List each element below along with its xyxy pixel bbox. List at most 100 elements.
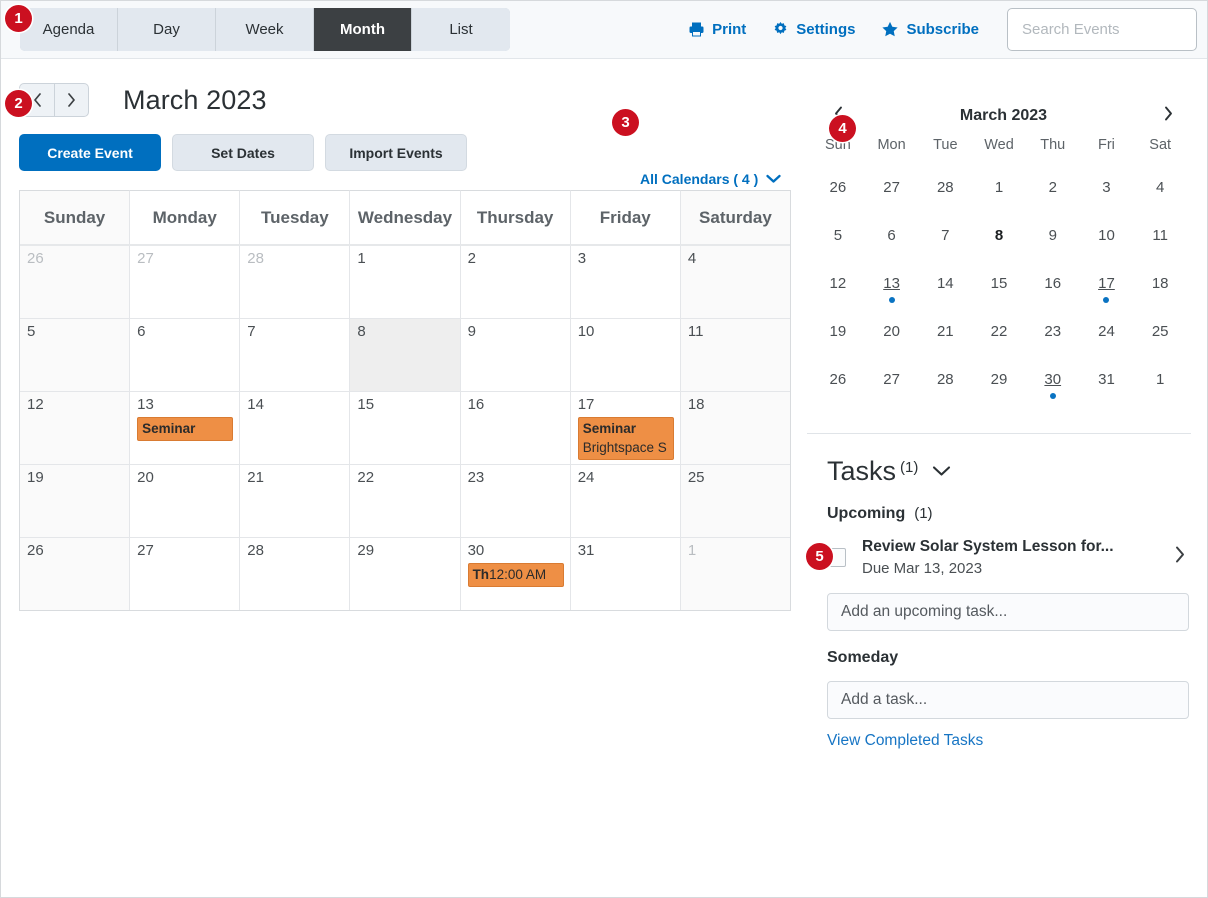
- tab-agenda[interactable]: Agenda: [20, 8, 118, 51]
- day-cell[interactable]: 21: [240, 465, 351, 537]
- settings-button[interactable]: Settings: [772, 21, 855, 38]
- day-cell[interactable]: 10: [570, 319, 681, 391]
- mini-day-cell[interactable]: 26: [811, 361, 865, 409]
- day-cell[interactable]: 17 Seminar Brightspace S: [570, 392, 681, 464]
- mini-day-cell[interactable]: 16: [1026, 265, 1080, 313]
- mini-day-cell[interactable]: 18: [1133, 265, 1187, 313]
- set-dates-button[interactable]: Set Dates: [172, 134, 314, 171]
- print-button[interactable]: Print: [688, 21, 746, 38]
- mini-day-cell[interactable]: 28: [918, 169, 972, 217]
- day-number: 1: [687, 542, 697, 559]
- mini-day-cell[interactable]: 13: [865, 265, 919, 313]
- chevron-down-icon[interactable]: [932, 464, 951, 482]
- chevron-right-icon[interactable]: [1175, 546, 1189, 569]
- mini-day-cell[interactable]: 8: [972, 217, 1026, 265]
- mini-day-cell[interactable]: 2: [1026, 169, 1080, 217]
- search-input[interactable]: [1020, 20, 1207, 39]
- tab-week[interactable]: Week: [216, 8, 314, 51]
- mini-day-cell[interactable]: 27: [865, 361, 919, 409]
- mini-day-cell[interactable]: 25: [1133, 313, 1187, 361]
- day-cell[interactable]: 12: [20, 392, 131, 464]
- subscribe-button[interactable]: Subscribe: [881, 21, 979, 38]
- mini-day-cell[interactable]: 24: [1080, 313, 1134, 361]
- mini-day-cell[interactable]: 29: [972, 361, 1026, 409]
- day-cell[interactable]: 14: [240, 392, 351, 464]
- view-completed-tasks-link[interactable]: View Completed Tasks: [827, 732, 983, 750]
- day-cell[interactable]: 19: [20, 465, 131, 537]
- day-cell[interactable]: 11: [680, 319, 790, 391]
- mini-day-cell[interactable]: 6: [865, 217, 919, 265]
- mini-day-cell[interactable]: 12: [811, 265, 865, 313]
- mini-day-cell[interactable]: 7: [918, 217, 972, 265]
- day-cell[interactable]: 5: [20, 319, 131, 391]
- mini-day-cell[interactable]: 4: [1133, 169, 1187, 217]
- day-cell[interactable]: 25: [680, 465, 790, 537]
- day-cell[interactable]: 20: [130, 465, 241, 537]
- mini-day-cell[interactable]: 1: [972, 169, 1026, 217]
- add-upcoming-task-input[interactable]: [839, 601, 1177, 622]
- day-cell[interactable]: 3: [570, 246, 681, 318]
- mini-day-cell[interactable]: 26: [811, 169, 865, 217]
- tab-day[interactable]: Day: [118, 8, 216, 51]
- day-cell[interactable]: 23: [460, 465, 571, 537]
- search-box[interactable]: [1007, 8, 1207, 51]
- day-cell[interactable]: 9: [460, 319, 571, 391]
- mini-day-cell[interactable]: 14: [918, 265, 972, 313]
- day-cell[interactable]: 28: [240, 538, 351, 610]
- day-cell[interactable]: 8: [350, 319, 461, 391]
- day-cell[interactable]: 7: [240, 319, 351, 391]
- mini-day-cell[interactable]: 22: [972, 313, 1026, 361]
- mini-day-cell[interactable]: 11: [1133, 217, 1187, 265]
- day-cell[interactable]: 31: [570, 538, 681, 610]
- mini-day-number: 13: [883, 275, 900, 292]
- calendar-event[interactable]: Th12:00 AM: [467, 563, 564, 588]
- day-cell[interactable]: 16: [460, 392, 571, 464]
- mini-day-cell[interactable]: 3: [1080, 169, 1134, 217]
- mini-day-cell[interactable]: 10: [1080, 217, 1134, 265]
- mini-day-cell[interactable]: 20: [865, 313, 919, 361]
- add-someday-task-field[interactable]: [827, 680, 1189, 719]
- mini-day-cell[interactable]: 27: [865, 169, 919, 217]
- create-event-button[interactable]: Create Event: [19, 134, 161, 171]
- add-someday-task-input[interactable]: [839, 689, 1177, 710]
- mini-weekday-row: Sun Mon Tue Wed Thu Fri Sat: [811, 129, 1187, 169]
- mini-day-cell[interactable]: 30: [1026, 361, 1080, 409]
- calendar-event[interactable]: Seminar Brightspace S: [577, 417, 674, 461]
- next-month-button[interactable]: [54, 83, 89, 117]
- day-cell[interactable]: 4: [680, 246, 790, 318]
- mini-day-cell[interactable]: 17: [1080, 265, 1134, 313]
- tab-list[interactable]: List: [412, 8, 510, 51]
- add-upcoming-task-field[interactable]: [827, 592, 1189, 631]
- day-cell[interactable]: 15: [350, 392, 461, 464]
- day-cell[interactable]: 1: [680, 538, 790, 610]
- mini-day-cell[interactable]: 31: [1080, 361, 1134, 409]
- day-cell[interactable]: 27: [130, 246, 241, 318]
- import-events-button[interactable]: Import Events: [325, 134, 467, 171]
- task-item[interactable]: Review Solar System Lesson for... Due Mar…: [809, 523, 1189, 579]
- day-cell[interactable]: 24: [570, 465, 681, 537]
- mini-day-cell[interactable]: 5: [811, 217, 865, 265]
- day-cell[interactable]: 30 Th12:00 AM: [460, 538, 571, 610]
- day-cell[interactable]: 26: [20, 538, 131, 610]
- day-cell[interactable]: 6: [130, 319, 241, 391]
- mini-day-cell[interactable]: 21: [918, 313, 972, 361]
- day-cell[interactable]: 26: [20, 246, 131, 318]
- calendar-event[interactable]: Seminar: [137, 417, 234, 442]
- calendar-filter-dropdown[interactable]: All Calendars ( 4 ): [640, 171, 781, 187]
- mini-day-cell[interactable]: 1: [1133, 361, 1187, 409]
- day-cell[interactable]: 1: [350, 246, 461, 318]
- mini-day-cell[interactable]: 23: [1026, 313, 1080, 361]
- mini-day-cell[interactable]: 19: [811, 313, 865, 361]
- day-cell[interactable]: 13 Seminar: [130, 392, 241, 464]
- day-cell[interactable]: 18: [680, 392, 790, 464]
- day-cell[interactable]: 28: [240, 246, 351, 318]
- day-cell[interactable]: 27: [130, 538, 241, 610]
- day-cell[interactable]: 22: [350, 465, 461, 537]
- mini-day-cell[interactable]: 9: [1026, 217, 1080, 265]
- day-cell[interactable]: 29: [350, 538, 461, 610]
- mini-day-cell[interactable]: 28: [918, 361, 972, 409]
- tab-month[interactable]: Month: [314, 8, 412, 51]
- mini-next-month-button[interactable]: [1158, 102, 1179, 129]
- day-cell[interactable]: 2: [460, 246, 571, 318]
- mini-day-cell[interactable]: 15: [972, 265, 1026, 313]
